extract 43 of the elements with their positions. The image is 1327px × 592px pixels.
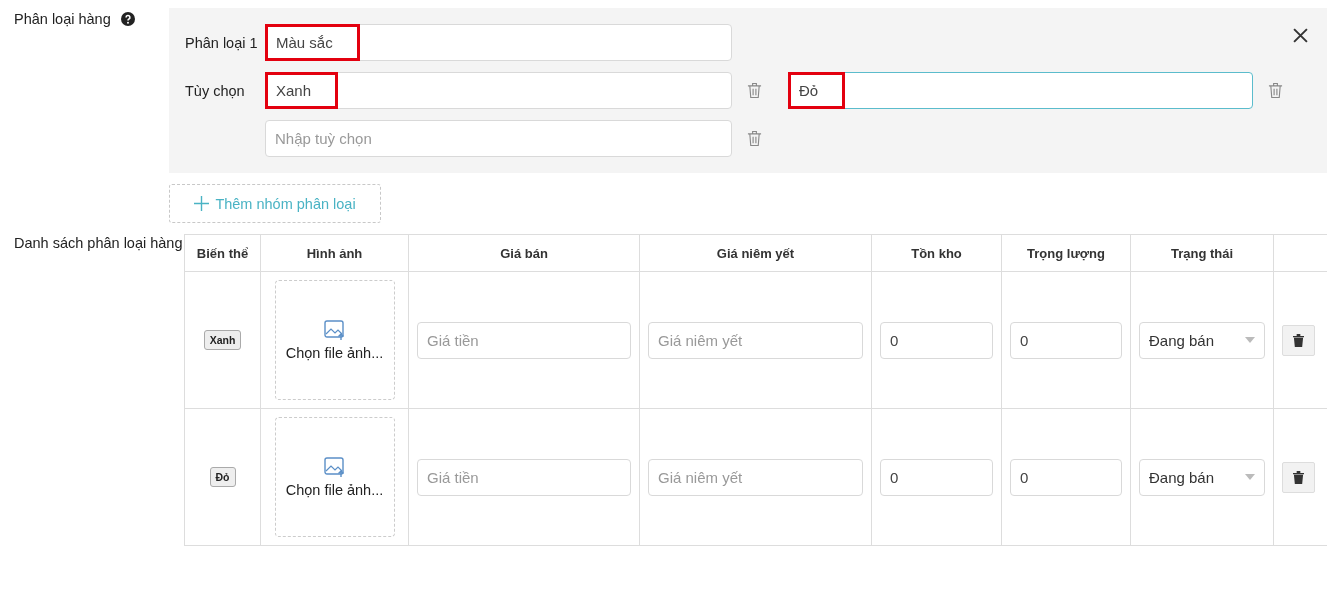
column-header: Giá niêm yết <box>639 234 872 272</box>
trash-icon <box>1293 470 1304 484</box>
field-label: Phân loại 1 <box>185 34 259 51</box>
variant-tag: Xanh <box>203 330 242 350</box>
caret-icon <box>1245 474 1255 480</box>
delete-button[interactable] <box>1282 324 1315 356</box>
stock-field[interactable]: 0 <box>880 321 993 359</box>
column-header: Tồn kho <box>871 234 1002 272</box>
stock-field[interactable]: 0 <box>880 458 993 496</box>
column-header: Giá bán <box>408 234 640 272</box>
trash-icon <box>1293 333 1304 347</box>
list-price-field[interactable]: Giá niêm yết <box>648 321 863 359</box>
trash-icon[interactable] <box>1268 82 1283 99</box>
weight-field[interactable]: 0 <box>1010 458 1122 496</box>
column-header: Trạng thái <box>1130 234 1274 272</box>
price-field[interactable]: Giá tiền <box>417 321 631 359</box>
trash-icon[interactable] <box>747 130 762 147</box>
delete-button[interactable] <box>1282 461 1315 493</box>
section-label: Danh sách phân loại hàng <box>14 234 183 252</box>
image-upload[interactable]: Chọn file ảnh... <box>274 280 395 400</box>
column-header: Biến thể <box>184 234 261 272</box>
text-field[interactable]: Nhập tuỳ chọn <box>265 120 732 157</box>
weight-field[interactable]: 0 <box>1010 321 1122 359</box>
list-price-field[interactable]: Giá niêm yết <box>648 458 863 496</box>
column-header: Hình ảnh <box>260 234 409 272</box>
plus-icon <box>194 196 210 211</box>
image-upload-icon <box>323 456 346 478</box>
status-dropdown[interactable]: Đang bán <box>1139 321 1265 359</box>
image-upload[interactable]: Chọn file ảnh... <box>274 417 395 537</box>
caret-icon <box>1245 337 1255 343</box>
field-label: Tùy chọn <box>185 82 246 99</box>
help-icon[interactable] <box>120 12 135 26</box>
image-upload-icon <box>323 319 346 341</box>
close-icon[interactable] <box>1293 28 1308 43</box>
price-field[interactable]: Giá tiền <box>417 458 631 496</box>
text-field[interactable]: Đỏ <box>788 72 1253 109</box>
trash-icon[interactable] <box>747 82 762 99</box>
column-header: Trọng lượng <box>1001 234 1131 272</box>
variant-tag: Đỏ <box>209 467 236 487</box>
text-field[interactable]: Màu sắc <box>265 24 732 61</box>
section-label: Phân loại hàng <box>14 10 111 28</box>
text-field[interactable]: Xanh <box>265 72 732 109</box>
status-dropdown[interactable]: Đang bán <box>1139 458 1265 496</box>
